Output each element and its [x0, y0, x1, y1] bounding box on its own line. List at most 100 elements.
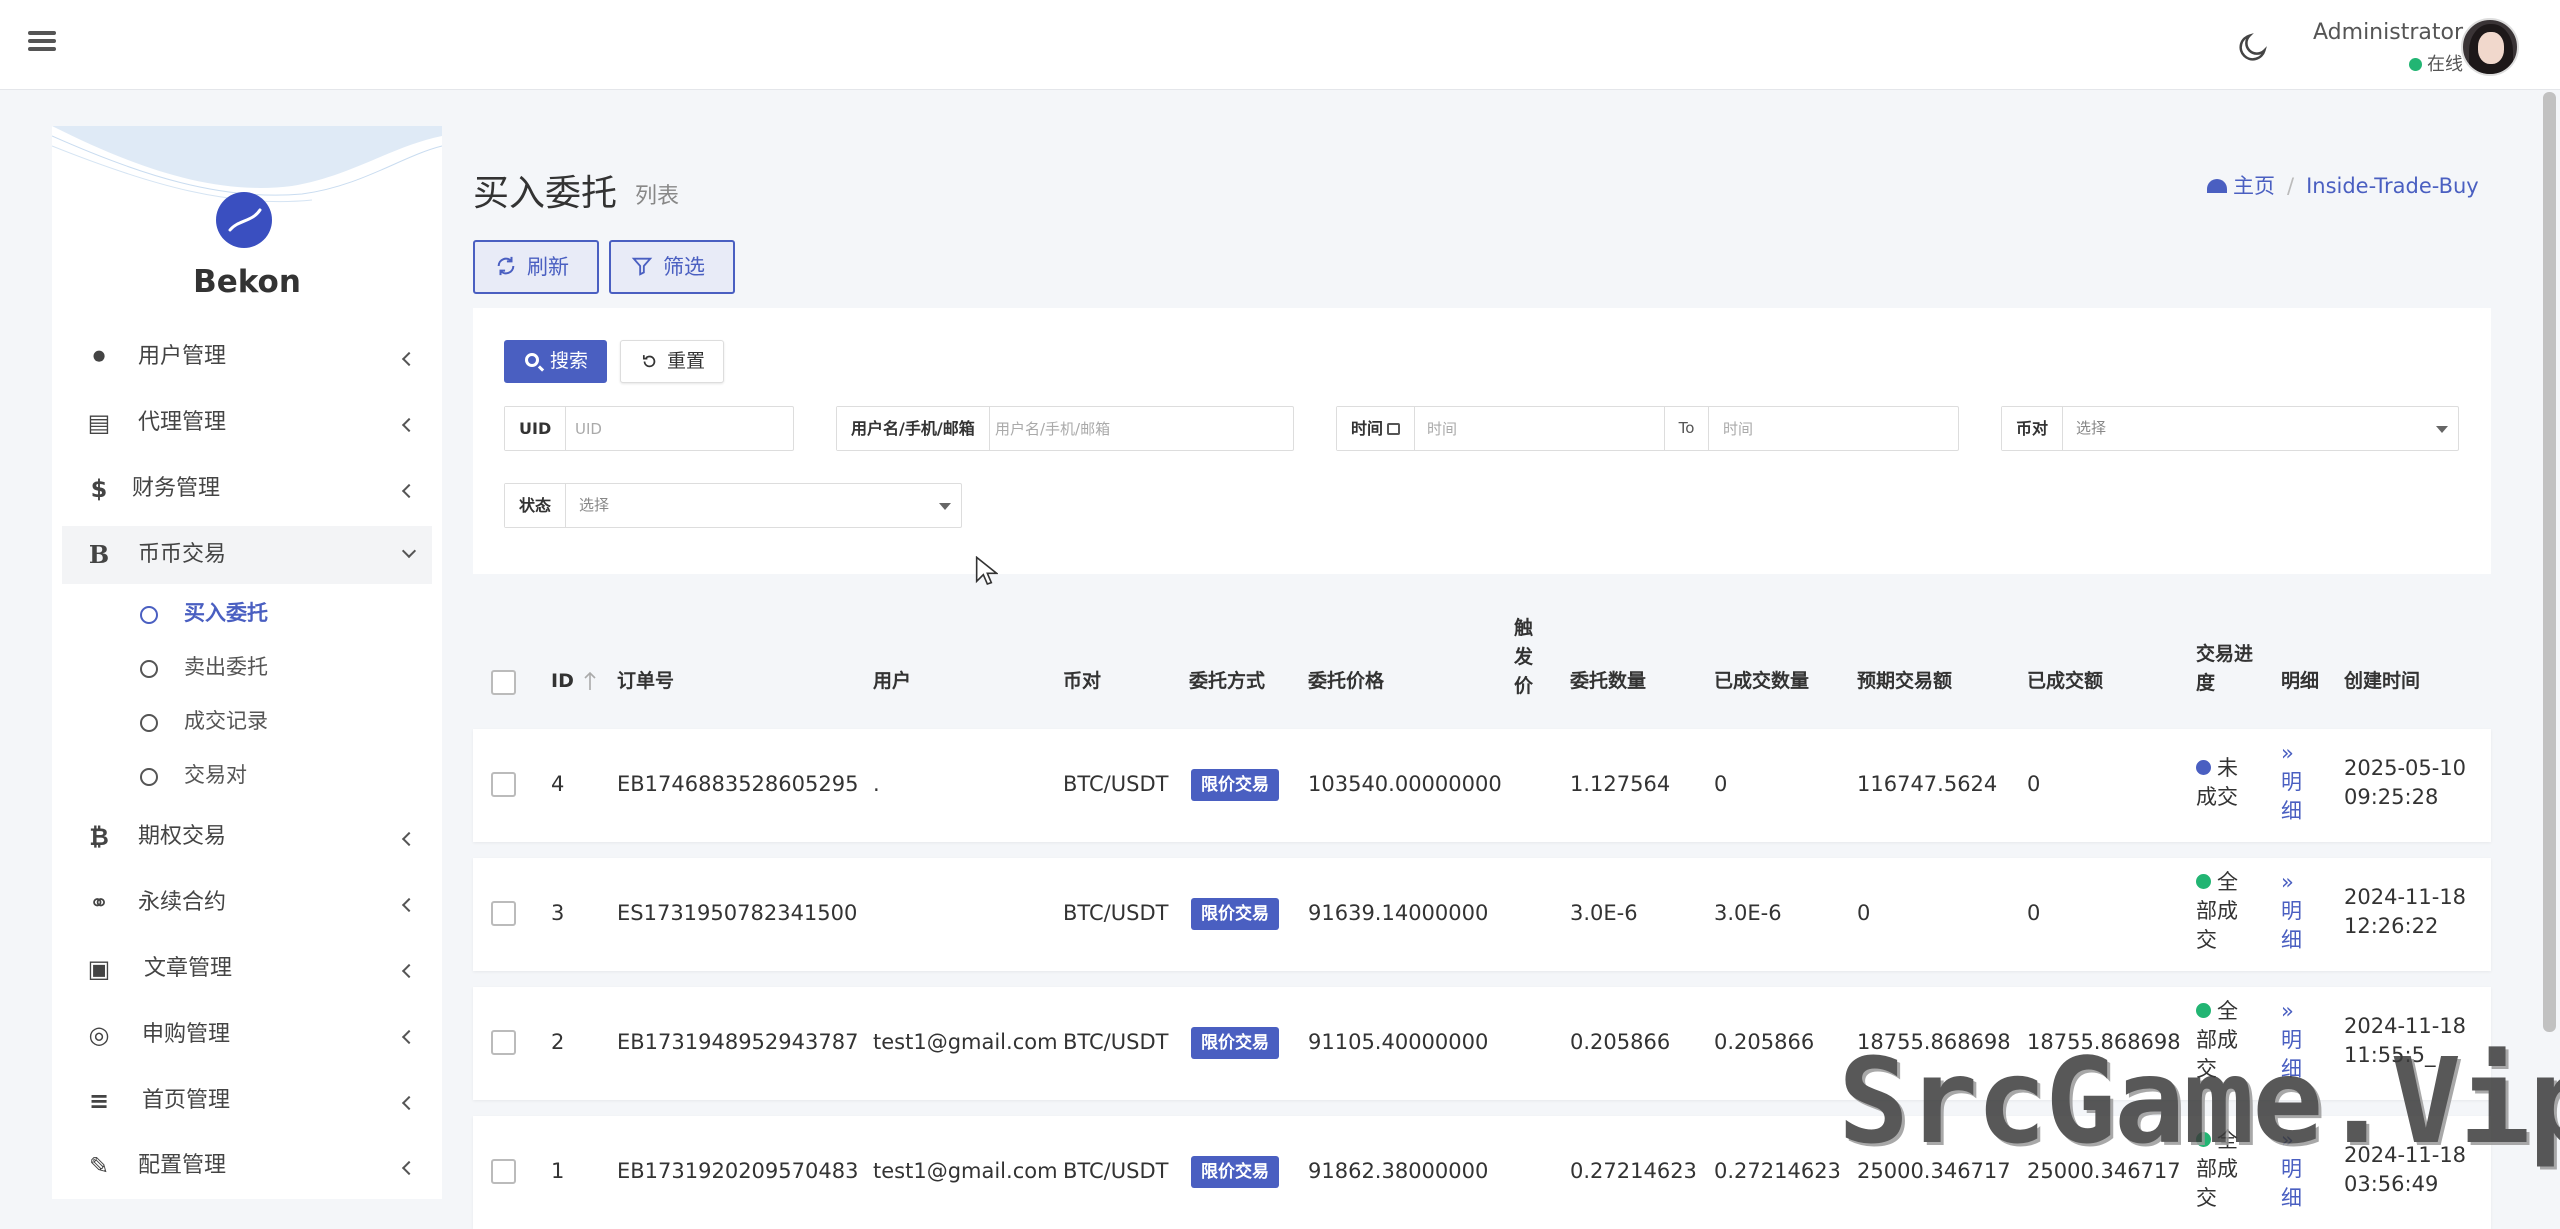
- sidebar-item-agent-management[interactable]: ▤ 代理管理: [62, 394, 432, 452]
- time-filter: 时间 To: [1336, 406, 1959, 451]
- row-checkbox[interactable]: [491, 772, 516, 797]
- sort-arrow-icon[interactable]: [582, 670, 598, 692]
- row-created-time: 03:56:49: [2344, 1172, 2439, 1196]
- filter-icon: [631, 257, 653, 276]
- col-header-filled-qty[interactable]: 已成交数量: [1714, 667, 1809, 696]
- row-order-no: ES1731950782341500: [617, 901, 858, 925]
- select-all-checkbox[interactable]: [491, 670, 516, 695]
- status-dot-icon: [2196, 874, 2211, 889]
- reset-button[interactable]: 重置: [620, 340, 724, 383]
- col-header-price[interactable]: 委托价格: [1308, 667, 1384, 696]
- brand-logo-icon[interactable]: [216, 192, 272, 248]
- row-checkbox[interactable]: [491, 901, 516, 926]
- sidebar-item-label: 代理管理: [138, 410, 227, 435]
- online-dot-icon: [2409, 58, 2422, 71]
- sidebar-item-user-management[interactable]: ⚫ 用户管理: [62, 328, 432, 386]
- avatar[interactable]: [2461, 18, 2519, 76]
- detail-link[interactable]: » 明细: [2281, 739, 2315, 826]
- sidebar-item-label: 配置管理: [138, 1153, 227, 1178]
- col-header-detail[interactable]: 明细: [2281, 667, 2319, 696]
- row-order-no: EB1731948952943787: [617, 1030, 859, 1054]
- uid-filter: UID: [504, 406, 794, 451]
- circle-icon: [140, 714, 158, 732]
- status-filter[interactable]: 状态 选择: [504, 483, 962, 528]
- breadcrumb: 主页 / Inside-Trade-Buy: [2207, 170, 2479, 200]
- dashboard-icon: [2207, 179, 2227, 193]
- refresh-icon: [497, 256, 515, 276]
- row-order-no: EB1731920209570483: [617, 1159, 859, 1183]
- sidebar-subitem-label: 成交记录: [184, 709, 268, 733]
- row-pair: BTC/USDT: [1063, 772, 1169, 796]
- detail-link[interactable]: » 明细: [2281, 868, 2315, 955]
- sidebar-item-article-management[interactable]: ▣ 文章管理: [62, 940, 432, 998]
- row-checkbox[interactable]: [491, 1030, 516, 1055]
- sidebar-item-config-management[interactable]: ✎ 配置管理: [62, 1137, 432, 1195]
- table-row[interactable]: 4 EB1746883528605295. BTC/USDT 103540.00000…: [473, 729, 2491, 842]
- col-header-created[interactable]: 创建时间: [2344, 667, 2420, 696]
- scrollbar[interactable]: [2543, 92, 2556, 1032]
- time-start-input[interactable]: [1413, 407, 1661, 450]
- row-pair: BTC/USDT: [1063, 1030, 1169, 1054]
- pair-filter[interactable]: 币对 选择: [2001, 406, 2459, 451]
- row-filled-amount: 0: [2027, 772, 2041, 796]
- table-row[interactable]: 3 ES1731950782341500 BTC/USDT 91639.1400000…: [473, 858, 2491, 971]
- page-title: 买入委托: [473, 173, 618, 214]
- refresh-button-label: 刷新: [527, 255, 569, 279]
- row-user: .: [873, 772, 880, 796]
- refresh-button[interactable]: 刷新: [473, 240, 599, 294]
- sidebar-item-subscription-management[interactable]: ◎ 申购管理: [62, 1006, 432, 1064]
- sidebar-item-label: 申购管理: [142, 1022, 231, 1047]
- method-badge: 限价交易: [1191, 898, 1279, 930]
- user-input[interactable]: [981, 407, 1293, 450]
- chevron-left-icon: [401, 1029, 417, 1045]
- col-header-user[interactable]: 用户: [873, 667, 911, 696]
- row-qty: 0.27214623: [1570, 1159, 1697, 1183]
- chevron-left-icon: [401, 897, 417, 913]
- status-select[interactable]: 选择: [579, 484, 609, 527]
- col-header-qty[interactable]: 委托数量: [1570, 667, 1646, 696]
- col-header-trigger[interactable]: 触发价: [1514, 614, 1538, 701]
- sidebar-item-options-trading[interactable]: ₿ 期权交易: [62, 808, 432, 866]
- admin-name[interactable]: Administrator: [2313, 20, 2463, 45]
- col-header-expected[interactable]: 预期交易额: [1857, 667, 1952, 696]
- row-order-no: EB1746883528605295: [617, 772, 859, 796]
- search-button[interactable]: 搜索: [504, 340, 607, 383]
- sidebar-item-perpetual-contracts[interactable]: ⚭ 永续合约: [62, 874, 432, 932]
- mouse-cursor-icon: [975, 556, 998, 585]
- sidebar-item-label: 首页管理: [142, 1088, 231, 1113]
- breadcrumb-home-link[interactable]: 主页: [2233, 174, 2275, 198]
- sidebar: Bekon ⚫ 用户管理 ▤ 代理管理 $ 财务管理 B 币币交易 买入委托 卖出委托 …: [52, 126, 442, 1199]
- col-header-progress[interactable]: 交易进度: [2196, 640, 2256, 698]
- sidebar-item-finance-management[interactable]: $ 财务管理: [62, 460, 432, 518]
- circle-icon: [140, 660, 158, 678]
- row-expected: 116747.5624: [1857, 772, 1998, 796]
- col-header-id[interactable]: ID: [551, 667, 574, 696]
- pair-select[interactable]: 选择: [2076, 407, 2106, 450]
- sidebar-item-spot-trading[interactable]: B 币币交易: [62, 526, 432, 584]
- hamburger-menu-icon[interactable]: [28, 28, 56, 56]
- progress-status: 全部成交: [2196, 868, 2252, 955]
- search-icon: [525, 353, 539, 367]
- row-created-time: 12:26:22: [2344, 914, 2439, 938]
- col-header-filled-amount[interactable]: 已成交额: [2027, 667, 2103, 696]
- method-badge: 限价交易: [1191, 1027, 1279, 1059]
- sidebar-item-homepage-management[interactable]: ≡ 首页管理: [62, 1072, 432, 1130]
- reset-button-label: 重置: [667, 350, 706, 372]
- chevron-left-icon: [401, 963, 417, 979]
- breadcrumb-current[interactable]: Inside-Trade-Buy: [2306, 174, 2479, 198]
- moon-icon[interactable]: [2236, 30, 2270, 64]
- sidebar-item-label: 财务管理: [132, 476, 221, 501]
- top-navbar: Administrator 在线: [0, 0, 2560, 90]
- chevron-left-icon: [401, 483, 417, 499]
- row-qty: 1.127564: [1570, 772, 1671, 796]
- filter-button[interactable]: 筛选: [609, 240, 735, 294]
- uid-input[interactable]: [561, 407, 793, 450]
- col-header-pair[interactable]: 币对: [1063, 667, 1101, 696]
- sidebar-item-label: 永续合约: [138, 890, 227, 915]
- row-checkbox[interactable]: [491, 1159, 516, 1184]
- col-header-order-no[interactable]: 订单号: [617, 667, 674, 696]
- col-header-method[interactable]: 委托方式: [1189, 667, 1265, 696]
- time-end-input[interactable]: [1709, 407, 1957, 450]
- list-icon: ≡: [88, 1087, 110, 1115]
- row-id: 2: [551, 1030, 565, 1054]
